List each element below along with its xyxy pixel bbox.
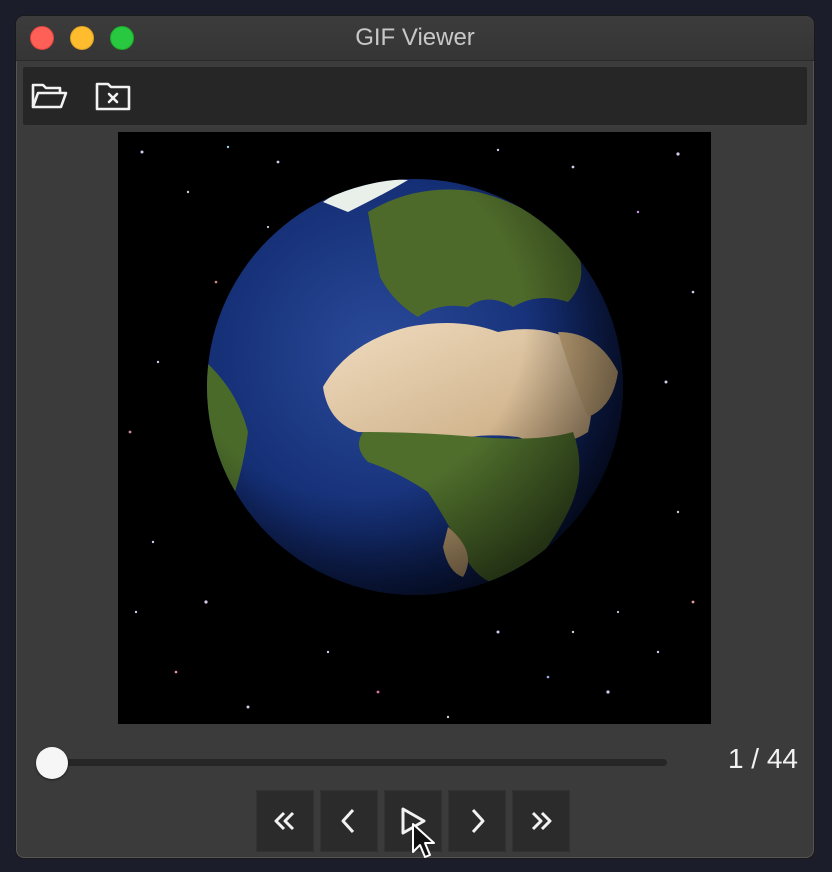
toolbar — [23, 67, 807, 125]
double-chevron-right-icon — [531, 811, 552, 831]
next-frame-button[interactable] — [448, 790, 506, 852]
frame-counter: 1 / 44 — [727, 743, 798, 774]
earth-globe-image — [128, 145, 695, 719]
chevron-left-icon — [341, 808, 355, 834]
frame-slider-thumb[interactable] — [36, 747, 68, 779]
folder-x-icon — [95, 82, 131, 111]
window-title: GIF Viewer — [355, 24, 475, 51]
frame-slider-track[interactable] — [50, 759, 667, 766]
mouse-cursor-icon — [412, 823, 435, 858]
gif-image-area — [118, 132, 711, 724]
double-chevron-left-icon — [274, 811, 295, 831]
gif-viewer-window: GIF Viewer 1 / 44 — [15, 15, 815, 859]
chevron-right-icon — [471, 808, 485, 834]
last-frame-button[interactable] — [512, 790, 570, 852]
previous-frame-button[interactable] — [320, 790, 378, 852]
title-bar[interactable]: GIF Viewer — [16, 16, 814, 61]
close-file-button[interactable] — [93, 77, 133, 115]
first-frame-button[interactable] — [256, 790, 314, 852]
open-file-button[interactable] — [29, 77, 69, 115]
folder-open-icon — [31, 83, 68, 109]
